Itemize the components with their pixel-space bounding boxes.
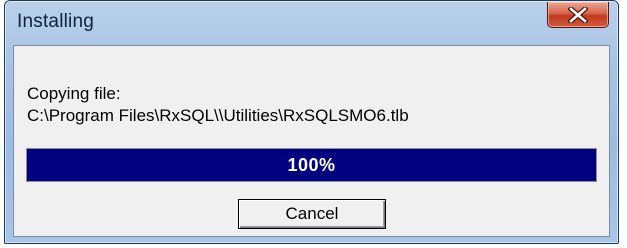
dialog-body: Copying file: C:\Program Files\RxSQL\\Ut… bbox=[13, 45, 610, 237]
progress-percent: 100% bbox=[287, 154, 336, 175]
file-path-text: C:\Program Files\RxSQL\\Utilities\RxSQLS… bbox=[27, 106, 409, 125]
status-label: Copying file: bbox=[27, 84, 121, 103]
title-bar[interactable]: Installing bbox=[5, 1, 618, 45]
progress-bar: 100% bbox=[26, 148, 597, 182]
close-x-icon bbox=[568, 6, 588, 23]
cancel-button[interactable]: Cancel bbox=[238, 199, 386, 229]
window-title: Installing bbox=[17, 11, 94, 32]
close-button[interactable] bbox=[547, 2, 609, 28]
installing-dialog: Installing Copying file: C:\Program File… bbox=[4, 0, 619, 244]
